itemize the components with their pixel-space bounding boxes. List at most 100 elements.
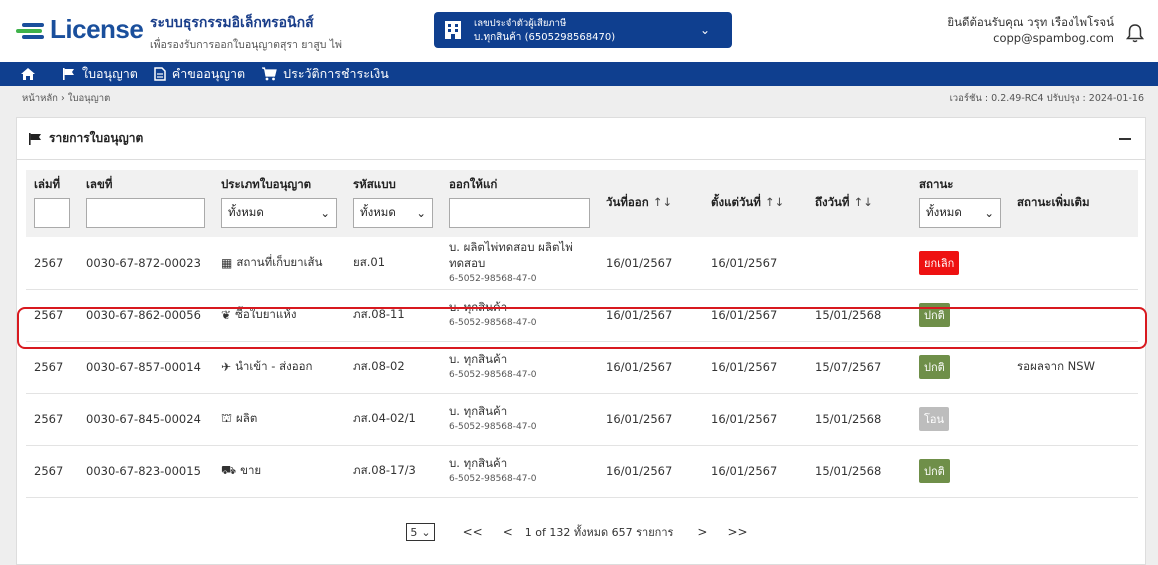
col-issued-to: ออกให้แก่ [441, 170, 598, 237]
sort-icon[interactable]: ↑↓ [853, 195, 872, 209]
table-row[interactable]: 2567 0030-67-872-00023 ▦ สถานที่เก็บยาเส้… [26, 237, 1138, 290]
issued-tax-id: 6-5052-98568-47-0 [449, 318, 537, 328]
cell-status: โอน [911, 393, 1009, 446]
sort-icon[interactable]: ↑↓ [653, 195, 672, 209]
cell-form-code: ภส.04-02/1 [345, 393, 441, 446]
license-list-card: รายการใบอนุญาต เล่มที่ เลขที่ ประเภทใบอน… [16, 117, 1146, 565]
app-title: ระบบธุรกรรมอิเล็กทรอนิกส์ เพื่อรองรับการ… [150, 12, 342, 53]
col-status-label: สถานะ [919, 177, 954, 191]
table-row[interactable]: 2567 0030-67-857-00014 ✈ นำเข้า - ส่งออก … [26, 341, 1138, 394]
number-filter-input[interactable] [86, 198, 205, 228]
chevron-down-icon: ⌄ [984, 206, 994, 220]
cell-issued-to: บ. ทุกสินค้า 6-5052-98568-47-0 [441, 341, 598, 394]
cell-extra-status [1009, 289, 1138, 342]
prev-page-button[interactable]: < [503, 525, 513, 539]
version-info: เวอร์ชัน : 0.2.49-RC4 ปรับปรุง : 2024-01… [949, 93, 1144, 104]
user-info: ยินดีต้อนรับคุณ วรุท เรืองไพโรจน์ copp@s… [947, 14, 1114, 46]
type-label: ขาย [240, 463, 262, 477]
breadcrumb: หน้าหลัก › ใบอนุญาต [22, 91, 110, 106]
license-table: เล่มที่ เลขที่ ประเภทใบอนุญาต ทั้งหมด ⌄ … [26, 170, 1138, 498]
cell-issue-date: 16/01/2567 [598, 445, 703, 498]
app-title-sub: เพื่อรองรับการออกใบอนุญาตสุรา ยาสูบ ไพ่ [150, 39, 342, 51]
issued-to-filter-input[interactable] [449, 198, 590, 228]
col-issued-to-label: ออกให้แก่ [449, 177, 498, 191]
pagination: 5 ⌄ << < 1 of 132 ทั้งหมด 657 รายการ > >… [17, 523, 1147, 541]
col-to-date[interactable]: ถึงวันที่ ↑↓ [807, 170, 911, 237]
cell-status: ยกเลิก [911, 237, 1009, 290]
col-issue-date[interactable]: วันที่ออก ↑↓ [598, 170, 703, 237]
chevron-down-icon: ⌄ [320, 206, 330, 220]
store-icon: ▦ [221, 255, 233, 270]
issued-tax-id: 6-5052-98568-47-0 [449, 474, 537, 484]
status-filter-select[interactable]: ทั้งหมด ⌄ [919, 198, 1001, 228]
table-row[interactable]: 2567 0030-67-845-00024 ⛫ ผลิต ภส.04-02/1 … [26, 393, 1138, 446]
cell-number: 0030-67-823-00015 [78, 445, 213, 498]
cell-type: ▦ สถานที่เก็บยาเส้น [213, 237, 345, 290]
status-badge: ปกติ [919, 303, 950, 327]
sort-icon[interactable]: ↑↓ [765, 195, 784, 209]
nav-label-licenses: ใบอนุญาต [82, 66, 138, 81]
form-code-filter-select[interactable]: ทั้งหมด ⌄ [353, 198, 433, 228]
first-page-button[interactable]: << [463, 525, 483, 539]
license-logo[interactable]: License [16, 14, 144, 45]
table-row[interactable]: 2567 0030-67-862-00056 ❦ ซื้อใบยาแห้ง ภส.… [26, 289, 1138, 342]
breadcrumb-home[interactable]: หน้าหลัก [22, 93, 58, 104]
cell-status: ปกติ [911, 289, 1009, 342]
nav-item-licenses[interactable]: ใบอนุญาต [62, 64, 138, 84]
bell-icon[interactable] [1124, 22, 1146, 44]
card-header: รายการใบอนุญาต [17, 118, 1145, 160]
type-label: สถานที่เก็บยาเส้น [236, 254, 323, 269]
nav-label-requests: คำขออนุญาต [171, 66, 246, 81]
cell-issue-date: 16/01/2567 [598, 237, 703, 290]
book-filter-input[interactable] [34, 198, 70, 228]
chevron-down-icon: ⌄ [699, 23, 710, 37]
collapse-button[interactable] [1119, 130, 1133, 144]
status-badge: โอน [919, 407, 950, 431]
next-page-button[interactable]: > [697, 525, 707, 539]
cell-book: 2567 [26, 445, 78, 498]
home-icon [21, 68, 35, 80]
nav-item-requests[interactable]: คำขออนุญาต [154, 64, 245, 84]
building-icon [445, 21, 461, 39]
cell-type: ⛫ ผลิต [213, 393, 345, 446]
type-filter-select[interactable]: ทั้งหมด ⌄ [221, 198, 337, 228]
main-nav: ใบอนุญาต คำขออนุญาต ประวัติการชำระเงิน [0, 62, 1158, 86]
cell-issued-to: บ. ทุกสินค้า 6-5052-98568-47-0 [441, 393, 598, 446]
page-info: 1 of 132 ทั้งหมด 657 รายการ [524, 526, 674, 539]
home-nav-item[interactable] [20, 67, 42, 81]
table-row[interactable]: 2567 0030-67-823-00015 ⛟ ขาย ภส.08-17/3 บ… [26, 445, 1138, 498]
cell-book: 2567 [26, 393, 78, 446]
chevron-down-icon: ⌄ [416, 206, 426, 220]
cell-from-date: 16/01/2567 [703, 289, 807, 342]
cell-extra-status [1009, 393, 1138, 446]
cell-type: ⛟ ขาย [213, 445, 345, 498]
last-page-button[interactable]: >> [727, 525, 747, 539]
status-badge: ยกเลิก [919, 250, 960, 275]
status-filter-value: ทั้งหมด [926, 205, 962, 219]
cell-issued-to: บ. ผลิตไพ่ทดสอบ ผลิตไพ่ ทดสอบ 6-5052-985… [441, 237, 598, 290]
cell-form-code: ยส.01 [345, 237, 441, 290]
cell-issued-to: บ. ทุกสินค้า 6-5052-98568-47-0 [441, 289, 598, 342]
col-from-date-label: ตั้งแต่วันที่ [711, 195, 761, 209]
col-extra-status-label: สถานะเพิ่มเติม [1017, 195, 1090, 209]
taxpayer-label: เลขประจำตัวผู้เสียภาษี [474, 18, 567, 29]
cell-from-date: 16/01/2567 [703, 341, 807, 394]
issued-tax-id: 6-5052-98568-47-0 [449, 422, 537, 432]
breadcrumb-current: ใบอนุญาต [67, 93, 111, 104]
status-badge: ปกติ [919, 355, 950, 379]
nav-item-payment-history[interactable]: ประวัติการชำระเงิน [261, 64, 389, 84]
logo-text: License [50, 14, 144, 44]
issued-name: บ. ทุกสินค้า [449, 404, 508, 418]
form-code-filter-value: ทั้งหมด [360, 205, 396, 219]
issued-name-cont: ทดสอบ [449, 255, 486, 270]
col-form-code: รหัสแบบ ทั้งหมด ⌄ [345, 170, 441, 237]
nav-label-payment-history: ประวัติการชำระเงิน [283, 66, 389, 81]
col-number-label: เลขที่ [86, 177, 113, 191]
col-extra-status: สถานะเพิ่มเติม [1009, 170, 1138, 237]
col-from-date[interactable]: ตั้งแต่วันที่ ↑↓ [703, 170, 807, 237]
taxpayer-selector[interactable]: เลขประจำตัวผู้เสียภาษี บ.ทุกสินค้า (6505… [434, 12, 732, 48]
col-book: เล่มที่ [26, 170, 78, 237]
cell-from-date: 16/01/2567 [703, 393, 807, 446]
cell-extra-status [1009, 445, 1138, 498]
page-size-select[interactable]: 5 ⌄ [406, 523, 435, 541]
